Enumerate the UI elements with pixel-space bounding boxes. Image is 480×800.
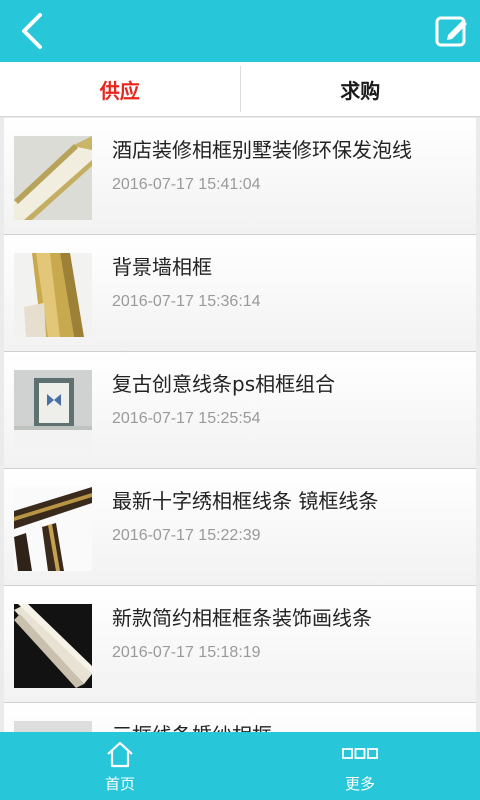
item-date: 2016-07-17 15:18:19 <box>112 644 261 661</box>
tab-supply[interactable]: 供应 <box>0 62 240 116</box>
item-date: 2016-07-17 15:22:39 <box>112 527 261 544</box>
chevron-left-icon <box>22 13 42 49</box>
product-list: 酒店装修相框别墅装修环保发泡线 2016-07-17 15:41:04 背景墙相… <box>0 118 480 732</box>
item-title: 三框线条婚纱相框 <box>112 719 272 732</box>
item-title: 背景墙相框 <box>112 255 212 279</box>
list-item[interactable]: 三框线条婚纱相框 <box>4 703 476 732</box>
item-date: 2016-07-17 15:25:54 <box>112 410 261 427</box>
nav-more-button[interactable]: 更多 <box>240 732 480 800</box>
item-date: 2016-07-17 15:41:04 <box>112 176 261 193</box>
item-date: 2016-07-17 15:36:14 <box>112 293 261 310</box>
item-title: 酒店装修相框别墅装修环保发泡线 <box>112 138 412 162</box>
bottom-nav: 首页 更多 <box>0 732 480 800</box>
list-item[interactable]: 酒店装修相框别墅装修环保发泡线 2016-07-17 15:41:04 <box>4 118 476 235</box>
product-thumbnail <box>14 136 92 220</box>
item-title: 新款简约相框框条装饰画线条 <box>112 606 372 630</box>
list-item[interactable]: 最新十字绣相框线条 镜框线条 2016-07-17 15:22:39 <box>4 469 476 586</box>
list-item[interactable]: 新款简约相框框条装饰画线条 2016-07-17 15:18:19 <box>4 586 476 703</box>
tab-purchase[interactable]: 求购 <box>241 62 480 116</box>
edit-button[interactable] <box>432 10 472 52</box>
nav-home-label: 首页 <box>104 774 135 793</box>
nav-more-label: 更多 <box>344 774 375 793</box>
back-button[interactable] <box>10 6 54 56</box>
list-item[interactable]: 复古创意线条ps相框组合 2016-07-17 15:25:54 <box>4 352 476 469</box>
home-icon <box>107 741 133 767</box>
product-thumbnail <box>14 253 92 337</box>
product-thumbnail <box>14 487 92 571</box>
edit-note-icon <box>435 16 467 47</box>
product-thumbnail <box>14 604 92 688</box>
top-bar <box>0 0 480 62</box>
item-title: 最新十字绣相框线条 镜框线条 <box>112 489 379 513</box>
more-dots-icon <box>342 747 378 759</box>
product-thumbnail <box>14 370 92 454</box>
tab-bar: 供应 求购 <box>0 62 480 117</box>
nav-home-button[interactable]: 首页 <box>0 732 240 800</box>
item-title: 复古创意线条ps相框组合 <box>112 372 336 396</box>
product-thumbnail <box>14 721 92 732</box>
list-item[interactable]: 背景墙相框 2016-07-17 15:36:14 <box>4 235 476 352</box>
